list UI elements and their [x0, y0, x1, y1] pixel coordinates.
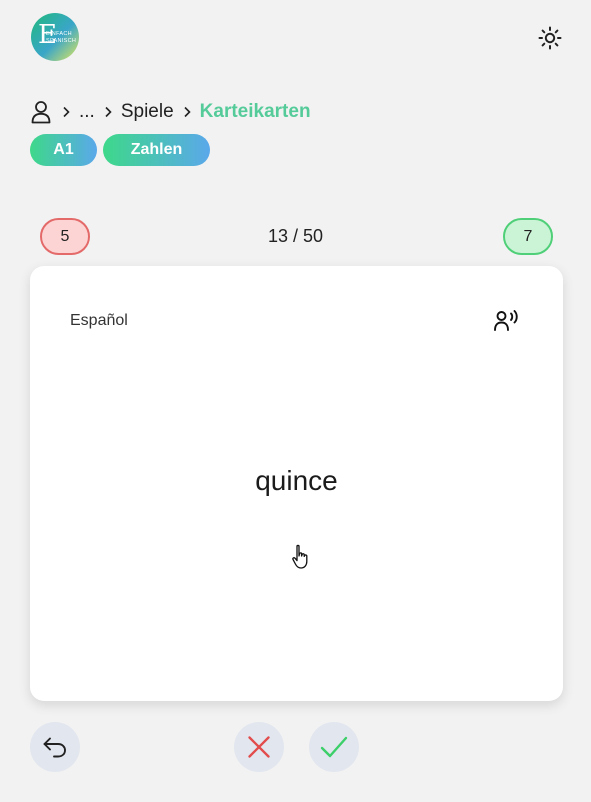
- check-icon: [320, 736, 348, 758]
- chevron-right-icon: [101, 105, 115, 119]
- breadcrumb-item-spiele[interactable]: Spiele: [121, 101, 174, 123]
- user-icon: [31, 101, 51, 124]
- breadcrumb: ... Spiele Karteikarten: [31, 98, 311, 126]
- mark-right-button[interactable]: [309, 722, 359, 772]
- logo-text-line2: Spanisch: [46, 38, 77, 44]
- tag-list: A1 Zahlen: [30, 134, 210, 166]
- pronounce-button[interactable]: [493, 308, 521, 334]
- mark-wrong-button[interactable]: [234, 722, 284, 772]
- undo-button[interactable]: [30, 722, 80, 772]
- flashcard[interactable]: Español quince: [30, 266, 563, 701]
- logo-text: Einfach Spanisch: [46, 31, 76, 45]
- flashcard-page: E Einfach Spanisch ...: [0, 0, 591, 802]
- speaking-person-icon: [494, 310, 518, 331]
- sun-icon: [538, 26, 562, 50]
- app-logo[interactable]: E Einfach Spanisch: [31, 13, 79, 61]
- breadcrumb-current: Karteikarten: [199, 101, 311, 122]
- breadcrumb-ellipsis[interactable]: ...: [79, 101, 95, 123]
- x-icon: [248, 736, 270, 758]
- level-tag[interactable]: A1: [30, 134, 97, 166]
- right-count-badge: 7: [503, 218, 553, 255]
- breadcrumb-home[interactable]: [31, 99, 53, 125]
- card-word: quince: [255, 465, 338, 496]
- undo-icon: [43, 737, 66, 758]
- chevron-right-icon: [180, 105, 194, 119]
- topic-tag[interactable]: Zahlen: [103, 134, 210, 166]
- theme-toggle-button[interactable]: [537, 25, 563, 51]
- card-language-label: Español: [70, 312, 128, 329]
- chevron-right-icon: [59, 105, 73, 119]
- hand-pointer-icon: [292, 544, 308, 569]
- logo-text-line1: Einfach: [46, 31, 72, 37]
